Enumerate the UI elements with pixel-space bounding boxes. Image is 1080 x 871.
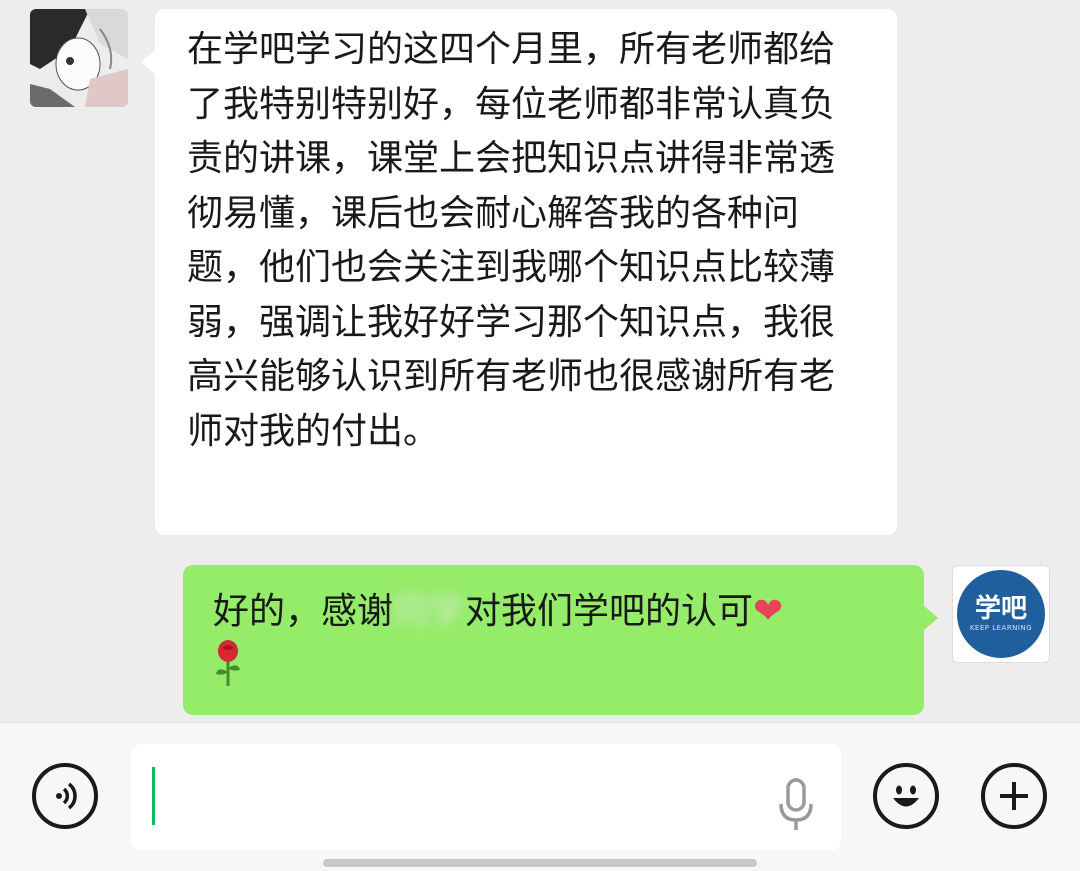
incoming-message-text: 在学吧学习的这四个月里，所有老师都给了我特别特别好，每位老师都非常认真负责的讲课… <box>187 29 836 452</box>
sender-avatar[interactable] <box>30 9 128 107</box>
blurred-name: 同学 <box>393 591 466 632</box>
outgoing-message-text-start: 好的，感谢 <box>213 591 394 632</box>
message-input[interactable] <box>131 744 841 850</box>
input-bar <box>0 722 1080 871</box>
xueba-logo-icon: 学吧 KEEP LEARNING <box>957 570 1045 658</box>
heart-emoji-icon: ❤ <box>753 591 784 632</box>
outgoing-message-text-end: 对我们学吧的认可 <box>465 591 754 632</box>
emoji-icon[interactable] <box>873 763 939 829</box>
home-indicator[interactable] <box>323 859 757 867</box>
logo-subtext: KEEP LEARNING <box>969 624 1033 632</box>
microphone-icon[interactable] <box>776 778 816 832</box>
plus-icon[interactable] <box>981 763 1047 829</box>
anime-avatar-icon <box>30 9 128 107</box>
text-caret <box>152 767 155 825</box>
self-avatar[interactable]: 学吧 KEEP LEARNING <box>952 565 1050 663</box>
logo-text: 学吧 <box>974 594 1027 624</box>
chat-area[interactable]: 在学吧学习的这四个月里，所有老师都给了我特别特别好，每位老师都非常认真负责的讲课… <box>0 0 1080 722</box>
incoming-message-bubble[interactable]: 在学吧学习的这四个月里，所有老师都给了我特别特别好，每位老师都非常认真负责的讲课… <box>141 9 897 535</box>
rose-emoji-icon <box>213 639 243 687</box>
voice-icon[interactable] <box>32 763 98 829</box>
outgoing-message-bubble[interactable]: 好的，感谢同学对我们学吧的认可❤ <box>183 565 938 715</box>
